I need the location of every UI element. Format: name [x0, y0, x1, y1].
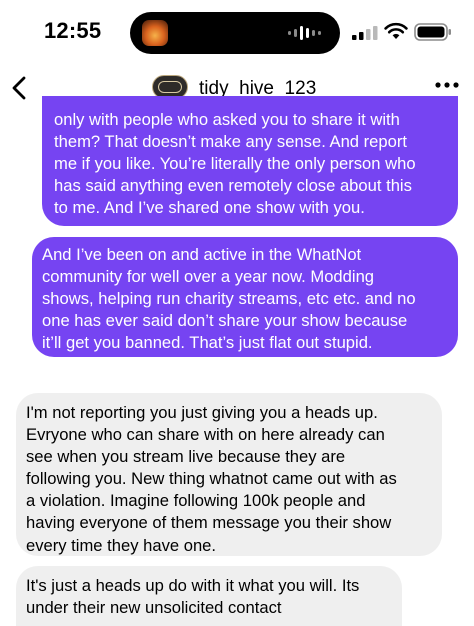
message-bubble-received[interactable]: I'm not reporting you just giving you a …	[16, 393, 442, 556]
battery-icon	[414, 23, 451, 41]
status-bar: 12:55	[0, 0, 474, 62]
message-bubble-sent[interactable]: And I’ve been on and active in the WhatN…	[32, 237, 458, 357]
wifi-icon	[384, 22, 408, 39]
avatar-logo	[158, 81, 182, 93]
message-text: I'm not reporting you just giving you a …	[26, 403, 397, 555]
ellipsis-icon[interactable]	[434, 81, 460, 89]
message-text: And I’ve been on and active in the WhatN…	[42, 245, 416, 353]
message-text: It's just a heads up do with it what you…	[26, 576, 360, 618]
cellular-signal-icon	[352, 26, 378, 40]
status-time: 12:55	[44, 18, 102, 43]
dynamic-island[interactable]	[130, 12, 340, 54]
message-bubble-received[interactable]: It's just a heads up do with it what you…	[16, 566, 402, 626]
message-text: only with people who asked you to share …	[54, 110, 416, 218]
audio-waveform-icon	[288, 26, 321, 40]
chevron-left-icon[interactable]	[6, 72, 34, 104]
message-bubble-sent[interactable]: only with people who asked you to share …	[42, 96, 458, 226]
album-art-icon	[142, 20, 168, 46]
